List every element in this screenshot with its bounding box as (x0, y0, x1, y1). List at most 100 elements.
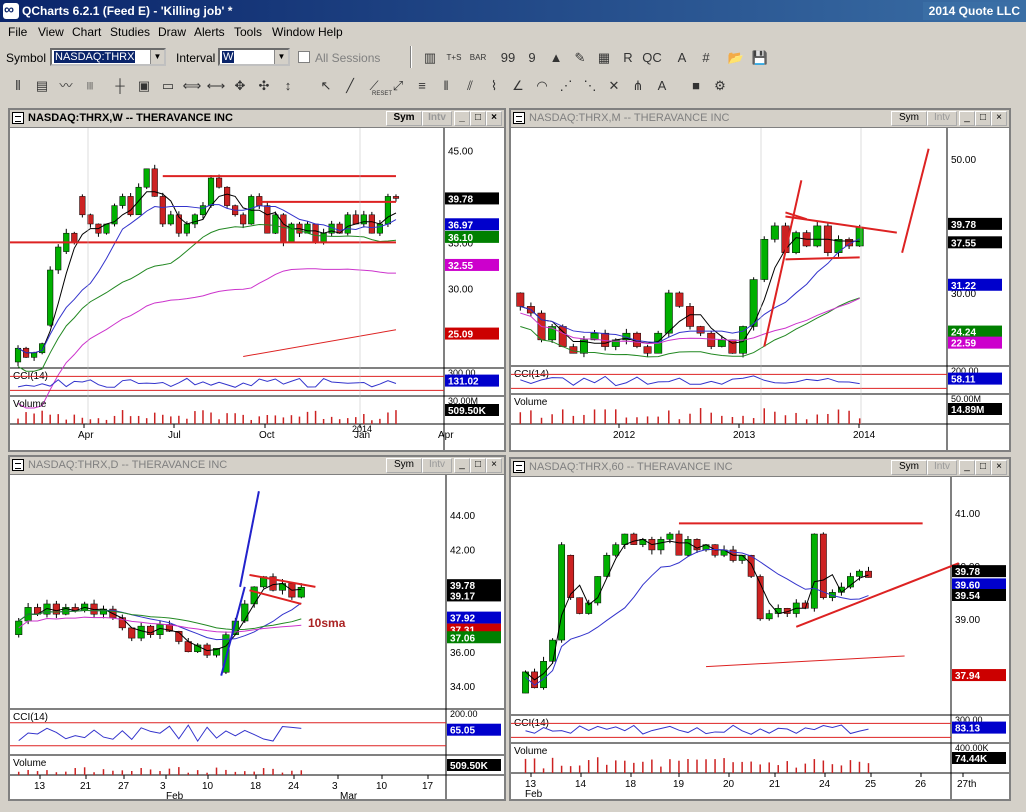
scroll-icon[interactable]: ✥ (230, 76, 250, 96)
app-icon[interactable] (3, 1, 19, 19)
menu-alerts[interactable]: Alerts (194, 25, 225, 39)
symbol-combo[interactable]: NASDAQ:THRX ▼ (50, 48, 166, 66)
speed-icon[interactable]: ⋱ (580, 76, 600, 96)
data-window-icon[interactable]: ▣ (134, 76, 154, 96)
candle (297, 586, 305, 598)
zoom-in-icon[interactable]: ⟷ (206, 76, 226, 96)
color-icon[interactable]: ■ (686, 76, 706, 96)
chevron-down-icon[interactable]: ▼ (150, 50, 164, 64)
pencil-icon[interactable]: ✎ (570, 48, 590, 68)
save-icon[interactable]: 💾 (750, 48, 770, 68)
close-icon[interactable]: × (991, 460, 1007, 475)
menu-tools[interactable]: Tools (234, 25, 262, 39)
intv-button[interactable]: Intv (422, 111, 452, 126)
chart-canvas-monthly[interactable]: 50.0030.0039.7837.5531.2224.2422.59CCI(1… (511, 128, 1009, 450)
maximize-icon[interactable]: □ (975, 460, 991, 475)
menu-view[interactable]: View (38, 25, 64, 39)
zoom-out-icon[interactable]: ⟺ (182, 76, 202, 96)
chevron-down-icon[interactable]: ▼ (274, 50, 288, 64)
chart-window-weekly[interactable]: NASDAQ:THRX,W -- THERAVANCE INC Sym Intv… (8, 108, 506, 452)
chart-window-icon[interactable] (12, 459, 24, 471)
properties-icon[interactable]: ⚙ (710, 76, 730, 96)
all-sessions-checkbox[interactable] (298, 51, 310, 63)
line-icon[interactable]: 〰 (56, 76, 76, 96)
menu-window[interactable]: Window (272, 25, 315, 39)
pan-icon[interactable]: ✣ (254, 76, 274, 96)
cross-icon[interactable]: ✕ (604, 76, 624, 96)
chart-title: NASDAQ:THRX,60 -- THERAVANCE INC (529, 461, 733, 473)
menu-studies[interactable]: Studies (110, 25, 150, 39)
minimize-icon[interactable]: _ (959, 111, 975, 126)
chart-window-hourly[interactable]: NASDAQ:THRX,60 -- THERAVANCE INC Sym Int… (509, 457, 1011, 801)
chart-window-daily[interactable]: NASDAQ:THRX,D -- THERAVANCE INC Sym Intv… (8, 455, 506, 801)
chart-canvas-hourly[interactable]: 41.0040.0039.0039.7839.6039.5437.94CCI(1… (511, 477, 1009, 799)
maximize-icon[interactable]: □ (470, 111, 486, 126)
dash-icon[interactable]: ▭ (158, 76, 178, 96)
maximize-icon[interactable]: □ (470, 458, 486, 473)
grid-icon[interactable]: # (696, 48, 716, 68)
candle (143, 168, 150, 188)
text-icon[interactable]: A (672, 48, 692, 68)
histogram-icon[interactable]: ||| (80, 76, 100, 96)
interval-value[interactable]: W (222, 51, 235, 63)
chart-window-monthly[interactable]: NASDAQ:THRX,M -- THERAVANCE INC Sym Intv… (509, 108, 1011, 452)
pointer-icon[interactable]: ↖ (316, 76, 336, 96)
menu-chart[interactable]: Chart (72, 25, 101, 39)
trendline-icon[interactable]: ╱ (340, 76, 360, 96)
bar-chart-icon[interactable]: ▥ (420, 48, 440, 68)
chart-window-icon[interactable] (12, 112, 24, 124)
interval-combo[interactable]: W ▼ (218, 48, 290, 66)
symbol-value[interactable]: NASDAQ:THRX (54, 51, 136, 63)
minimize-icon[interactable]: _ (454, 458, 470, 473)
close-icon[interactable]: × (991, 111, 1007, 126)
candle-icon[interactable]: ⫴ (8, 76, 28, 96)
chart-style-icon[interactable]: ▤ (32, 76, 52, 96)
volume-scale: 50.00M (951, 394, 981, 404)
chart-titlebar[interactable]: NASDAQ:THRX,60 -- THERAVANCE INC Sym Int… (511, 459, 1009, 477)
intv-button[interactable]: Intv (422, 458, 452, 473)
close-icon[interactable]: × (486, 111, 502, 126)
fib-icon[interactable]: ≡ (412, 76, 432, 96)
reset-icon[interactable]: ↕ (278, 76, 298, 96)
menu-file[interactable]: File (8, 25, 27, 39)
level2-icon[interactable]: ▦ (594, 48, 614, 68)
channel-icon[interactable]: ⫽ (460, 76, 480, 96)
sym-button[interactable]: Sym (891, 111, 927, 126)
quote-99-icon[interactable]: 99 (498, 48, 518, 68)
maximize-icon[interactable]: □ (975, 111, 991, 126)
quote-9-icon[interactable]: 9 (522, 48, 542, 68)
minimize-icon[interactable]: _ (959, 460, 975, 475)
cycles-icon[interactable]: ⌇ (484, 76, 504, 96)
intv-button[interactable]: Intv (927, 460, 957, 475)
menu-help[interactable]: Help (318, 25, 343, 39)
menu-draw[interactable]: Draw (158, 25, 186, 39)
time-sales-icon[interactable]: T+S (444, 48, 464, 68)
pitchfork-icon[interactable]: ⋔ (628, 76, 648, 96)
chart-titlebar[interactable]: NASDAQ:THRX,W -- THERAVANCE INC Sym Intv… (10, 110, 504, 128)
sym-button[interactable]: Sym (386, 111, 422, 126)
arc-icon[interactable]: ◠ (532, 76, 552, 96)
open-icon[interactable]: 📂 (726, 48, 746, 68)
qc-icon[interactable]: QC (642, 48, 662, 68)
crosshair-icon[interactable]: ┼ (110, 76, 130, 96)
bar-icon[interactable]: BAR (468, 48, 488, 68)
cci-label: CCI(14) (13, 712, 48, 723)
chart-window-icon[interactable] (513, 461, 525, 473)
candle (717, 339, 726, 347)
chart-canvas-weekly[interactable]: 45.0040.0035.0030.0025.0039.7836.9736.10… (10, 128, 504, 450)
chart-titlebar[interactable]: NASDAQ:THRX,M -- THERAVANCE INC Sym Intv… (511, 110, 1009, 128)
alert-icon[interactable]: ▲ (546, 48, 566, 68)
close-icon[interactable]: × (486, 458, 502, 473)
gann-icon[interactable]: ∠ (508, 76, 528, 96)
news-icon[interactable]: R (618, 48, 638, 68)
minimize-icon[interactable]: _ (454, 111, 470, 126)
bars-icon[interactable]: ‖ (436, 76, 456, 96)
intv-button[interactable]: Intv (927, 111, 957, 126)
chart-window-icon[interactable] (513, 112, 525, 124)
chart-canvas-daily[interactable]: 44.0042.0036.0034.0039.7839.1737.9237.31… (10, 475, 504, 799)
sym-button[interactable]: Sym (386, 458, 422, 473)
fan-icon[interactable]: ⋰ (556, 76, 576, 96)
sym-button[interactable]: Sym (891, 460, 927, 475)
chart-titlebar[interactable]: NASDAQ:THRX,D -- THERAVANCE INC Sym Intv… (10, 457, 504, 475)
annotate-icon[interactable]: A (652, 76, 672, 96)
